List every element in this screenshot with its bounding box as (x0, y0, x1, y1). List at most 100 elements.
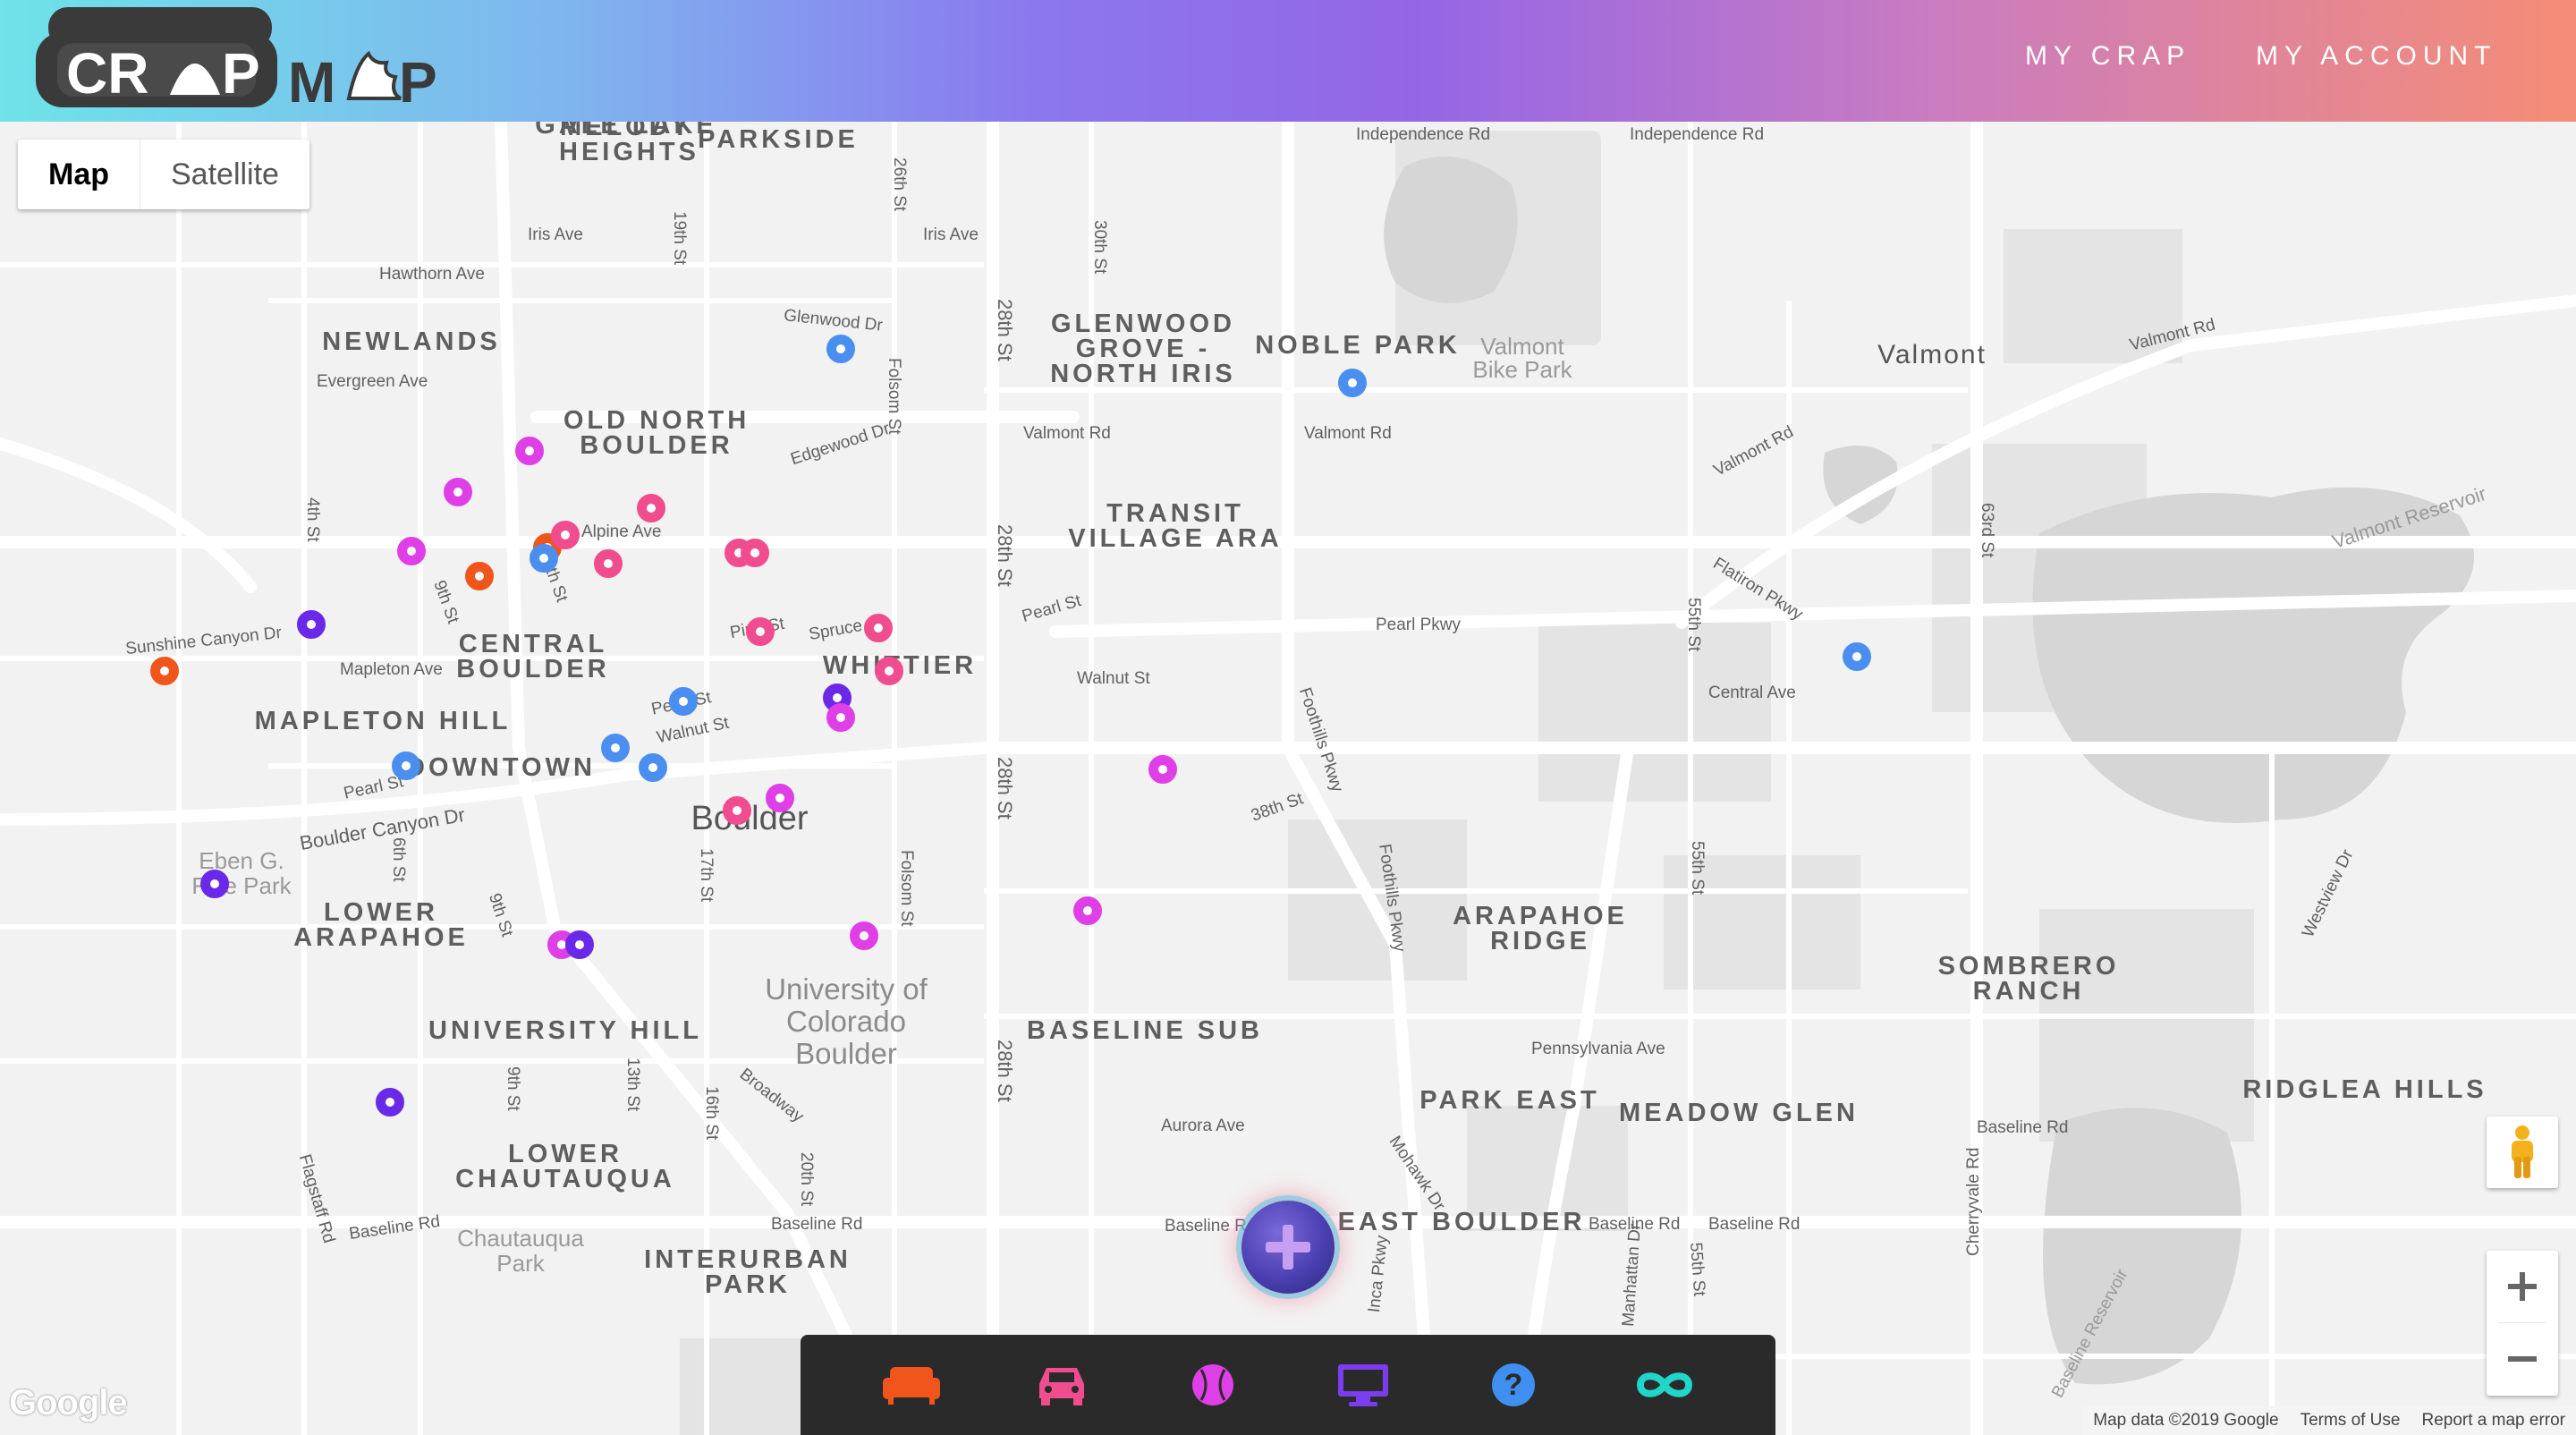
report-map-error-link[interactable]: Report a map error (2421, 1406, 2565, 1435)
street-label: Central Ave (1708, 684, 1796, 702)
zoom-in-button[interactable] (2487, 1251, 2558, 1322)
terms-of-use-link[interactable]: Terms of Use (2301, 1406, 2401, 1435)
map-label-old-north-boulder: OLD NORTH BOULDER (563, 406, 750, 460)
map-marker-magenta[interactable] (1148, 755, 1177, 784)
category-furniture-button[interactable] (880, 1354, 943, 1416)
street-label: 26th St (890, 157, 909, 212)
street-label: 55th St (1688, 841, 1707, 896)
map-marker-magenta[interactable] (444, 478, 472, 506)
street-label: Mapleton Ave (340, 660, 443, 679)
map-marker-magenta[interactable] (766, 784, 794, 812)
street-label: 6th St (389, 837, 408, 882)
map-label-east-boulder: EAST BOULDER (1337, 1208, 1586, 1236)
nav-my-crap[interactable]: MY CRAP (2025, 41, 2190, 72)
street-label: Aurora Ave (1161, 1117, 1245, 1135)
map-label-downtown: DOWNTOWN (406, 753, 596, 782)
map-label-baseline-sub: BASELINE SUB (1027, 1016, 1263, 1045)
street-view-pegman[interactable] (2487, 1117, 2558, 1188)
map-type-satellite-button[interactable]: Satellite (140, 140, 309, 209)
street-label: Baseline Rd (1708, 1215, 1801, 1234)
app-header: CR P M P MY CRAP MY ACCOUNT (0, 0, 2576, 122)
plus-icon (1266, 1225, 1310, 1269)
map-marker-magenta[interactable] (826, 703, 855, 732)
plus-icon (2508, 1272, 2537, 1301)
map-marker-orange[interactable] (465, 562, 494, 590)
svg-text:P: P (399, 50, 437, 115)
map-type-map-button[interactable]: Map (18, 140, 140, 209)
map-label-interurban-park: INTERURBAN PARK (644, 1245, 852, 1299)
street-label: Iris Ave (923, 225, 979, 244)
category-misc-button[interactable]: ? (1482, 1354, 1545, 1416)
map-label-park-east: PARK EAST (1419, 1086, 1600, 1115)
category-free-button[interactable] (1633, 1354, 1696, 1416)
map-marker-magenta[interactable] (515, 437, 544, 465)
category-vehicles-button[interactable] (1030, 1354, 1093, 1416)
street-label: 55th St (1686, 1242, 1709, 1297)
svg-text:?: ? (1504, 1368, 1523, 1402)
street-label: Valmont Rd (1023, 424, 1111, 443)
map-marker-blue[interactable] (530, 544, 558, 573)
map-label-parkside: PARKSIDE (698, 125, 859, 154)
map-label-newlands: NEWLANDS (322, 327, 501, 356)
map-marker-blue[interactable] (1338, 369, 1367, 397)
street-label: 28th St (994, 1040, 1016, 1102)
map-data-credit: Map data ©2019 Google (2093, 1411, 2279, 1430)
map-marker-purple[interactable] (376, 1088, 404, 1117)
map-marker-blue[interactable] (601, 734, 630, 762)
category-electronics-button[interactable] (1332, 1354, 1394, 1416)
map-label-chautauqua: Chautauqua Park (457, 1225, 584, 1277)
map-marker-blue[interactable] (669, 687, 698, 716)
street-label: 55th St (1684, 598, 1703, 652)
map-label-university: University of Colorado Boulder (765, 972, 928, 1070)
street-label: 28th St (994, 524, 1016, 587)
map-marker-pink[interactable] (864, 614, 893, 642)
map-marker-blue[interactable] (392, 751, 420, 780)
map-marker-blue[interactable] (639, 753, 667, 782)
street-label: Cherryvale Rd (1964, 1147, 1983, 1256)
map-label-mapleton-hill: MAPLETON HILL (254, 707, 512, 735)
street-label: Iris Ave (528, 225, 583, 244)
map-marker-purple[interactable] (565, 930, 594, 959)
crap-map-logo[interactable]: CR P M P (36, 5, 447, 116)
zoom-out-button[interactable] (2487, 1323, 2558, 1395)
street-label: 20th St (797, 1152, 816, 1207)
question-icon: ? (1492, 1363, 1536, 1406)
map-marker-pink[interactable] (551, 521, 580, 549)
map-marker-pink[interactable] (741, 539, 769, 567)
street-label: 17th St (697, 848, 716, 903)
map-marker-pink[interactable] (746, 617, 775, 646)
map-marker-pink[interactable] (875, 657, 903, 685)
street-label: 19th St (670, 211, 689, 266)
map-marker-magenta[interactable] (850, 921, 878, 950)
map-marker-pink[interactable] (723, 796, 751, 825)
map-marker-pink[interactable] (594, 549, 623, 578)
svg-text:M: M (288, 50, 335, 115)
map-type-control: Map Satellite (18, 140, 309, 209)
street-label: Walnut St (1077, 669, 1150, 688)
minus-icon (2508, 1356, 2537, 1362)
street-label: Valmont Rd (1304, 424, 1392, 443)
map-marker-magenta[interactable] (1073, 896, 1102, 925)
add-listing-button[interactable] (1241, 1201, 1335, 1294)
map-label-arapahoe-ridge: ARAPAHOE RIDGE (1453, 902, 1628, 955)
street-label: 16th St (702, 1086, 721, 1141)
map-label-valmont: Valmont (1877, 340, 1987, 369)
street-label: 9th St (504, 1066, 522, 1111)
google-logo[interactable]: Google (9, 1383, 128, 1423)
map-marker-purple[interactable] (200, 870, 229, 898)
map-marker-pink[interactable] (637, 494, 665, 522)
street-label: 28th St (994, 299, 1016, 361)
map-label-glenwood-grove: GLENWOOD GROVE - NORTH IRIS (1050, 310, 1236, 388)
street-label: 13th St (623, 1057, 642, 1112)
street-label: Folsom St (897, 850, 916, 927)
street-label: Independence Rd (1630, 125, 1765, 144)
map-marker-blue[interactable] (1843, 642, 1871, 671)
map-marker-magenta[interactable] (397, 537, 426, 565)
map-marker-orange[interactable] (150, 657, 179, 685)
nav-my-account[interactable]: MY ACCOUNT (2256, 41, 2496, 72)
category-sports-button[interactable] (1182, 1354, 1244, 1416)
map-label-lower-arapahoe: LOWER ARAPAHOE (293, 898, 469, 952)
map-marker-blue[interactable] (826, 335, 855, 363)
map-marker-purple[interactable] (297, 610, 326, 639)
svg-text:P: P (222, 41, 260, 106)
